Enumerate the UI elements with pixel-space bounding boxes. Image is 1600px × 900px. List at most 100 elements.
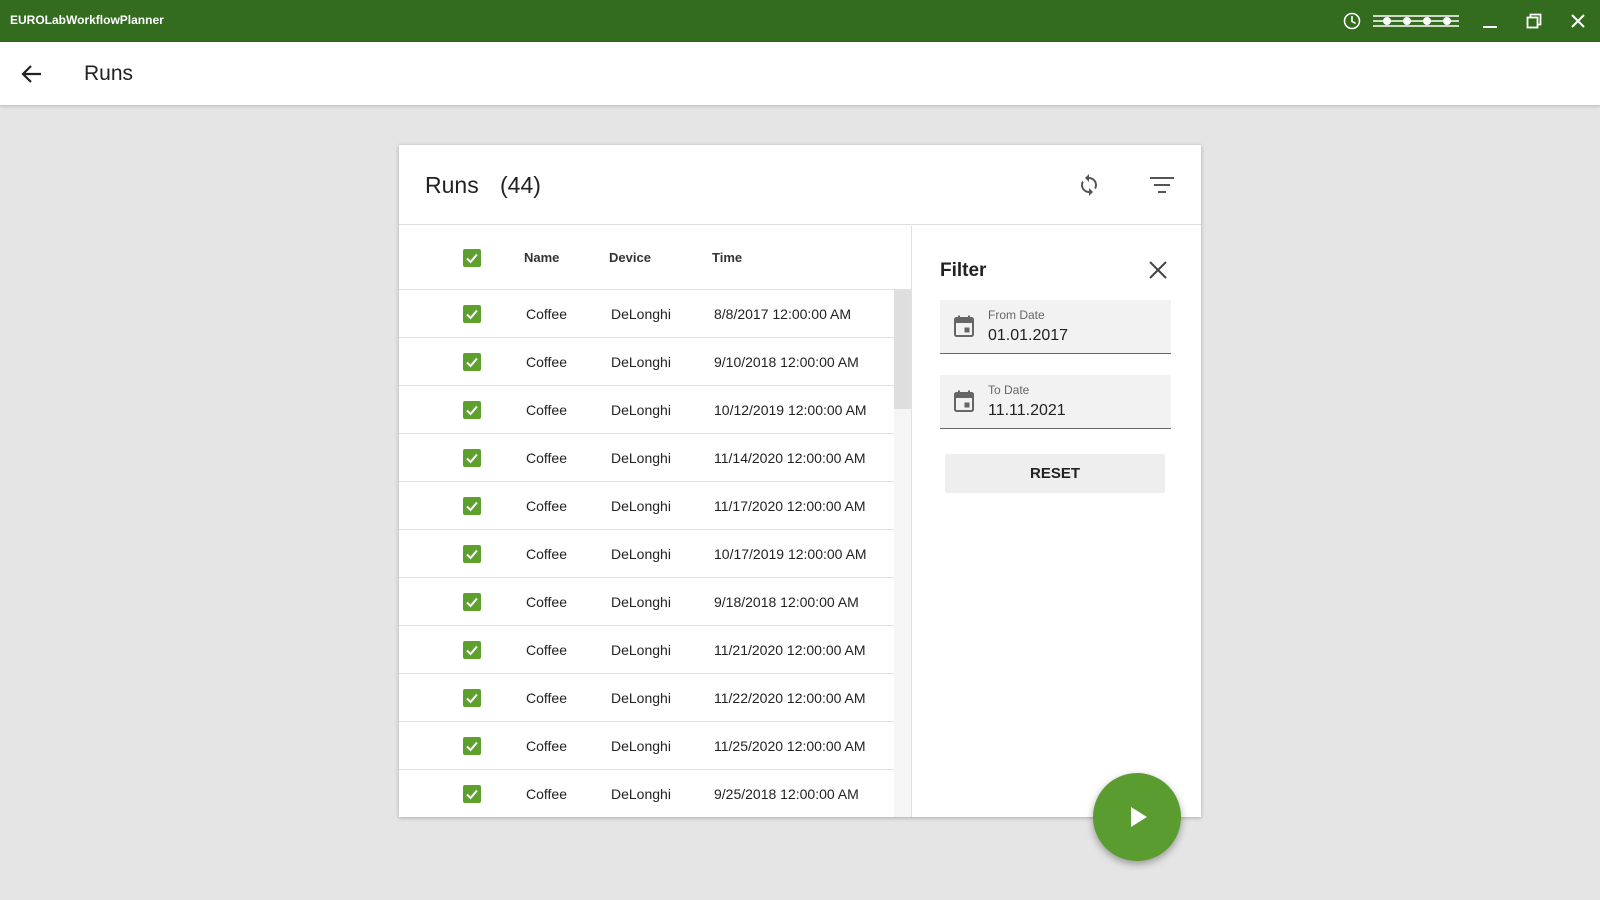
from-date-label: From Date	[988, 308, 1045, 322]
row-checkbox[interactable]	[463, 737, 481, 755]
select-all-checkbox[interactable]	[463, 249, 481, 267]
cell-time: 8/8/2017 12:00:00 AM	[714, 306, 851, 322]
card-header: Runs (44)	[399, 145, 1201, 225]
cell-name: Coffee	[526, 786, 567, 802]
reset-button[interactable]: RESET	[945, 454, 1165, 493]
page-title: Runs	[84, 62, 134, 85]
cell-device: DeLonghi	[611, 642, 671, 658]
checkmark-icon	[466, 789, 478, 800]
runs-card: Runs (44) Name Device Time Coffee DeLongh…	[399, 145, 1201, 817]
runs-count: (44)	[500, 172, 541, 198]
from-date-value: 01.01.2017	[988, 327, 1069, 344]
cell-name: Coffee	[526, 354, 567, 370]
cell-time: 11/21/2020 12:00:00 AM	[714, 642, 866, 658]
checkmark-icon	[466, 549, 478, 560]
card-title: Runs	[425, 172, 479, 198]
app-title: EUROLabWorkflowPlanner	[10, 13, 164, 27]
row-checkbox[interactable]	[463, 353, 481, 371]
table-row[interactable]: Coffee DeLonghi 10/12/2019 12:00:00 AM	[399, 386, 894, 434]
checkmark-icon	[466, 309, 478, 320]
filter-list-icon	[1150, 177, 1174, 193]
cell-time: 10/17/2019 12:00:00 AM	[714, 546, 867, 562]
table-row[interactable]: Coffee DeLonghi 10/17/2019 12:00:00 AM	[399, 530, 894, 578]
to-date-value: 11.11.2021	[988, 402, 1066, 419]
close-filter-button[interactable]	[1144, 256, 1172, 284]
checkmark-icon	[466, 453, 478, 464]
restore-button[interactable]	[1520, 7, 1548, 35]
row-checkbox[interactable]	[463, 497, 481, 515]
row-checkbox[interactable]	[463, 689, 481, 707]
table-header: Name Device Time	[399, 226, 911, 290]
title-bar: EUROLabWorkflowPlanner	[0, 0, 1600, 42]
play-icon	[1131, 807, 1147, 827]
checkmark-icon	[466, 501, 478, 512]
close-window-button[interactable]	[1564, 7, 1592, 35]
row-checkbox[interactable]	[463, 401, 481, 419]
cell-name: Coffee	[526, 690, 567, 706]
cell-device: DeLonghi	[611, 498, 671, 514]
cell-time: 11/25/2020 12:00:00 AM	[714, 738, 866, 754]
cell-name: Coffee	[526, 498, 567, 514]
row-checkbox[interactable]	[463, 449, 481, 467]
from-date-field[interactable]: From Date 01.01.2017	[940, 300, 1171, 354]
checkmark-icon	[466, 357, 478, 368]
table-row[interactable]: Coffee DeLonghi 11/21/2020 12:00:00 AM	[399, 626, 894, 674]
table-row[interactable]: Coffee DeLonghi 9/25/2018 12:00:00 AM	[399, 770, 894, 817]
cell-name: Coffee	[526, 450, 567, 466]
row-checkbox[interactable]	[463, 545, 481, 563]
dots-indicator-icon	[1372, 14, 1460, 28]
table-row[interactable]: Coffee DeLonghi 9/18/2018 12:00:00 AM	[399, 578, 894, 626]
row-checkbox[interactable]	[463, 593, 481, 611]
column-header-device[interactable]: Device	[609, 250, 651, 265]
cell-name: Coffee	[526, 594, 567, 610]
run-button[interactable]	[1093, 773, 1181, 861]
minimize-icon	[1483, 26, 1497, 28]
cell-name: Coffee	[526, 306, 567, 322]
filter-panel: Filter From Date 01.01.2017 To Date 11.1…	[911, 226, 1201, 817]
cell-device: DeLonghi	[611, 594, 671, 610]
close-icon	[1149, 261, 1167, 279]
minimize-button[interactable]	[1476, 7, 1504, 35]
restore-icon	[1526, 13, 1542, 29]
row-checkbox[interactable]	[463, 785, 481, 803]
cell-device: DeLonghi	[611, 690, 671, 706]
clock-icon	[1343, 12, 1361, 30]
cell-time: 11/17/2020 12:00:00 AM	[714, 498, 866, 514]
arrow-left-icon	[21, 65, 41, 83]
cell-device: DeLonghi	[611, 402, 671, 418]
scrollbar-thumb[interactable]	[894, 290, 911, 409]
row-checkbox[interactable]	[463, 641, 481, 659]
cell-time: 11/14/2020 12:00:00 AM	[714, 450, 866, 466]
refresh-button[interactable]	[1075, 171, 1103, 199]
cell-time: 9/18/2018 12:00:00 AM	[714, 594, 859, 610]
table-scrollbar[interactable]	[894, 290, 911, 817]
table-row[interactable]: Coffee DeLonghi 11/25/2020 12:00:00 AM	[399, 722, 894, 770]
checkmark-icon	[466, 645, 478, 656]
cell-device: DeLonghi	[611, 786, 671, 802]
table-row[interactable]: Coffee DeLonghi 11/22/2020 12:00:00 AM	[399, 674, 894, 722]
cell-name: Coffee	[526, 642, 567, 658]
back-button[interactable]	[16, 58, 48, 90]
cell-time: 10/12/2019 12:00:00 AM	[714, 402, 867, 418]
filter-title: Filter	[940, 260, 987, 281]
table-row[interactable]: Coffee DeLonghi 8/8/2017 12:00:00 AM	[399, 290, 894, 338]
table-row[interactable]: Coffee DeLonghi 9/10/2018 12:00:00 AM	[399, 338, 894, 386]
table-body: Coffee DeLonghi 8/8/2017 12:00:00 AM Coffee…	[399, 290, 894, 817]
cell-time: 9/10/2018 12:00:00 AM	[714, 354, 859, 370]
cell-time: 11/22/2020 12:00:00 AM	[714, 690, 866, 706]
checkmark-icon	[466, 741, 478, 752]
row-checkbox[interactable]	[463, 305, 481, 323]
cell-name: Coffee	[526, 546, 567, 562]
to-date-field[interactable]: To Date 11.11.2021	[940, 375, 1171, 429]
table-row[interactable]: Coffee DeLonghi 11/17/2020 12:00:00 AM	[399, 482, 894, 530]
filter-toggle-button[interactable]	[1147, 171, 1177, 199]
cell-name: Coffee	[526, 738, 567, 754]
table-row[interactable]: Coffee DeLonghi 11/14/2020 12:00:00 AM	[399, 434, 894, 482]
cell-device: DeLonghi	[611, 738, 671, 754]
calendar-icon	[954, 390, 974, 412]
column-header-time[interactable]: Time	[712, 250, 742, 265]
app-bar: Runs	[0, 42, 1600, 106]
runs-table: Name Device Time Coffee DeLonghi 8/8/2017 …	[399, 226, 911, 817]
close-icon	[1571, 14, 1585, 28]
column-header-name[interactable]: Name	[524, 250, 559, 265]
